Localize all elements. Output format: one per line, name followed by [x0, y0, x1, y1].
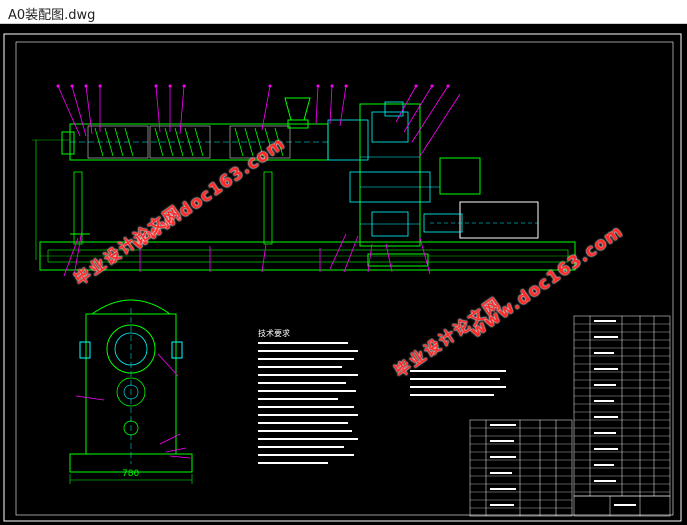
title-bar: A0装配图.dwg: [0, 0, 687, 24]
parts-list-table: [469, 315, 671, 517]
cad-drawing-canvas[interactable]: 780 技术要求 www.doc163.com 毕业设计论文网 www.doc1…: [0, 24, 687, 525]
part-balloon-dots: [56, 84, 450, 88]
technical-notes-title: 技术要求: [258, 328, 290, 338]
file-tab-title[interactable]: A0装配图.dwg: [8, 4, 95, 23]
technical-notes-lines: [258, 342, 506, 464]
gearbox-end-view: [69, 299, 193, 484]
dimension-label: 780: [122, 469, 139, 479]
